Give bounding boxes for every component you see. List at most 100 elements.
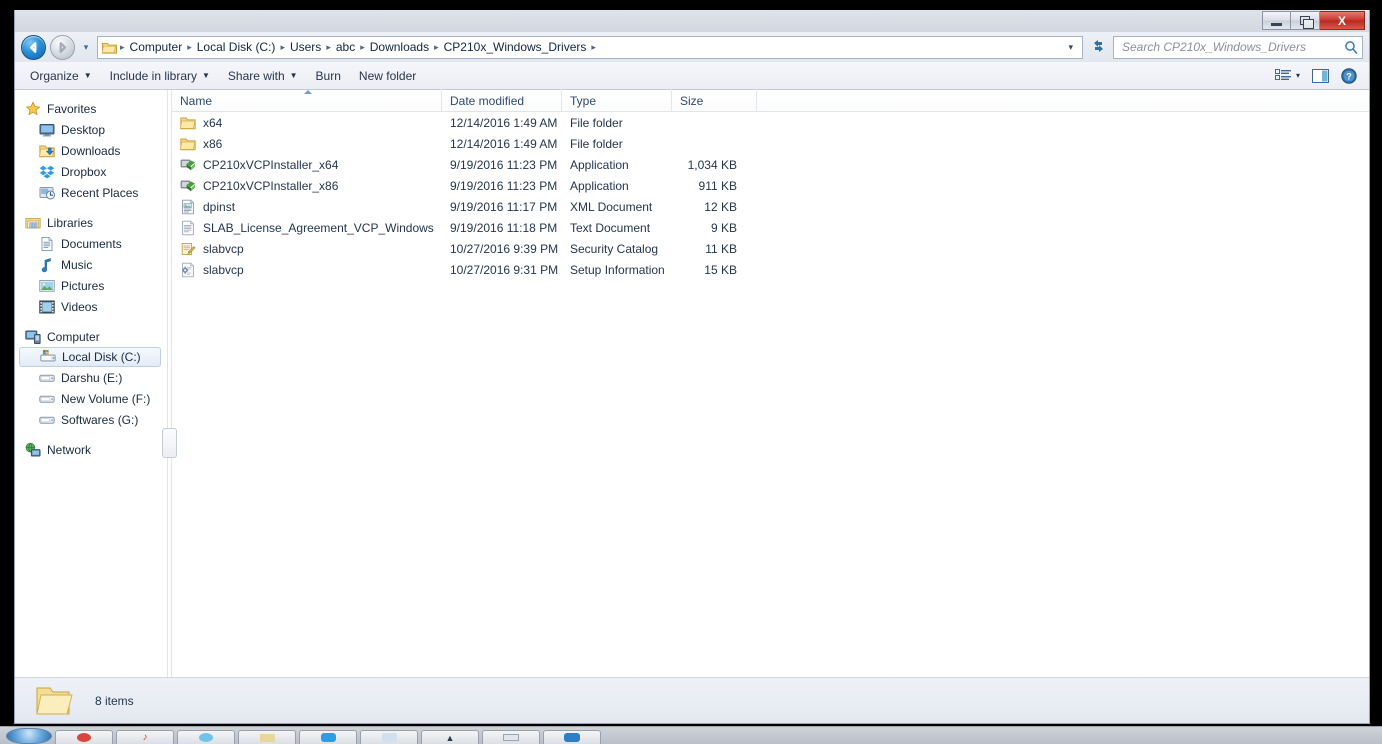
start-button[interactable] bbox=[6, 728, 52, 744]
back-button[interactable] bbox=[21, 34, 46, 60]
taskbar-item[interactable] bbox=[543, 730, 601, 744]
text-document-icon bbox=[182, 220, 194, 235]
change-view-button[interactable]: ▾ bbox=[1269, 66, 1306, 86]
breadcrumb-abc[interactable]: abc bbox=[332, 38, 359, 56]
dropbox-icon bbox=[39, 165, 55, 178]
include-in-library-button[interactable]: Include in library ▼ bbox=[101, 65, 219, 87]
chevron-down-icon: ▾ bbox=[1295, 71, 1300, 80]
breadcrumb-separator[interactable]: ▸ bbox=[590, 42, 597, 52]
pane-splitter[interactable] bbox=[162, 90, 177, 677]
file-size-cell: 15 KB bbox=[704, 262, 737, 277]
share-with-button[interactable]: Share with ▼ bbox=[219, 65, 307, 87]
chevron-down-icon[interactable]: ▾ bbox=[1061, 42, 1080, 53]
desktop-screen: X ▾ ▸ Computer ▸ Local Disk (C:) ▸ Users… bbox=[0, 0, 1382, 744]
sidebar-item-favorites[interactable]: Favorites bbox=[15, 98, 167, 119]
navigation-pane[interactable]: Favorites Desktop Downloads Dropbox Rece… bbox=[15, 90, 167, 677]
breadcrumb-computer[interactable]: Computer bbox=[126, 38, 187, 56]
file-type-cell: Application bbox=[570, 178, 629, 193]
table-row[interactable]: CP210xVCPInstaller_x64 9/19/2016 11:23 P… bbox=[172, 154, 1369, 175]
history-dropdown-button[interactable]: ▾ bbox=[79, 42, 93, 53]
file-name-label: dpinst bbox=[203, 199, 236, 214]
file-name-label: SLAB_License_Agreement_VCP_Windows bbox=[203, 220, 434, 235]
burn-button[interactable]: Burn bbox=[307, 65, 350, 87]
column-header-date-modified[interactable]: Date modified bbox=[442, 89, 562, 111]
close-button[interactable]: X bbox=[1320, 11, 1365, 30]
sidebar-item-new-volume-f[interactable]: New Volume (F:) bbox=[15, 388, 167, 409]
taskbar-item[interactable] bbox=[299, 730, 357, 744]
sidebar-item-computer[interactable]: Computer bbox=[15, 326, 167, 347]
folder-icon bbox=[102, 42, 117, 54]
sidebar-item-libraries[interactable]: Libraries bbox=[15, 212, 167, 233]
column-header-type[interactable]: Type bbox=[562, 89, 672, 111]
search-input[interactable]: Search CP210x_Windows_Drivers bbox=[1122, 40, 1344, 54]
sidebar-item-recent-places[interactable]: Recent Places bbox=[15, 182, 167, 203]
sidebar-item-dropbox[interactable]: Dropbox bbox=[15, 161, 167, 182]
breadcrumb-downloads[interactable]: Downloads bbox=[366, 38, 433, 56]
file-name-label: slabvcp bbox=[203, 262, 244, 277]
breadcrumb-bar[interactable]: ▸ Computer ▸ Local Disk (C:) ▸ Users ▸ a… bbox=[97, 35, 1083, 59]
sidebar-item-label: Dropbox bbox=[61, 164, 107, 179]
sidebar-item-softwares-g[interactable]: Softwares (G:) bbox=[15, 409, 167, 430]
organize-label: Organize bbox=[30, 68, 79, 83]
chevron-down-icon: ▼ bbox=[83, 71, 92, 80]
command-bar: Organize ▼ Include in library ▼ Share wi… bbox=[15, 62, 1369, 90]
table-row[interactable]: slabvcp 10/27/2016 9:31 PM Setup Informa… bbox=[172, 259, 1369, 280]
restore-icon bbox=[1300, 16, 1314, 29]
chevron-down-icon: ▼ bbox=[202, 71, 210, 80]
taskbar-item[interactable] bbox=[55, 730, 113, 744]
organize-button[interactable]: Organize ▼ bbox=[21, 65, 101, 87]
svg-text:?: ? bbox=[1346, 71, 1352, 81]
sidebar-item-documents[interactable]: Documents bbox=[15, 233, 167, 254]
table-row[interactable]: CP210xVCPInstaller_x86 9/19/2016 11:23 P… bbox=[172, 175, 1369, 196]
taskbar-item[interactable] bbox=[238, 730, 296, 744]
file-date-cell: 9/19/2016 11:23 PM bbox=[450, 178, 558, 193]
sidebar-item-pictures[interactable]: Pictures bbox=[15, 275, 167, 296]
sidebar-item-network[interactable]: Network bbox=[15, 439, 167, 460]
application-icon bbox=[180, 159, 195, 170]
taskbar-item[interactable]: ♪ bbox=[116, 730, 174, 744]
breadcrumb-users[interactable]: Users bbox=[286, 38, 325, 56]
taskbar[interactable]: ♪ ▲ bbox=[0, 726, 1382, 744]
preview-pane-button[interactable] bbox=[1306, 66, 1335, 86]
help-button[interactable]: ? bbox=[1335, 65, 1363, 87]
table-row[interactable]: slabvcp 10/27/2016 9:39 PM Security Cata… bbox=[172, 238, 1369, 259]
sidebar-item-label: Computer bbox=[47, 329, 100, 344]
minimize-button[interactable] bbox=[1262, 11, 1291, 30]
sidebar-item-downloads[interactable]: Downloads bbox=[15, 140, 167, 161]
item-count-label: 8 items bbox=[95, 693, 134, 708]
folder-icon bbox=[180, 138, 196, 150]
taskbar-item[interactable] bbox=[177, 730, 235, 744]
table-row[interactable]: SLAB_License_Agreement_VCP_Windows 9/19/… bbox=[172, 217, 1369, 238]
title-bar[interactable]: X bbox=[15, 10, 1369, 32]
table-row[interactable]: dpinst 9/19/2016 11:17 PM XML Document 1… bbox=[172, 196, 1369, 217]
column-header-size[interactable]: Size bbox=[672, 89, 757, 111]
sidebar-item-label: Recent Places bbox=[61, 185, 139, 200]
taskbar-item[interactable] bbox=[482, 730, 540, 744]
sidebar-item-music[interactable]: Music bbox=[15, 254, 167, 275]
column-header-name[interactable]: Name bbox=[172, 89, 442, 111]
folder-icon bbox=[180, 117, 196, 129]
new-folder-button[interactable]: New folder bbox=[350, 65, 425, 87]
search-box[interactable]: Search CP210x_Windows_Drivers bbox=[1113, 35, 1363, 59]
file-type-cell: Text Document bbox=[570, 220, 651, 235]
documents-icon bbox=[41, 236, 53, 251]
table-row[interactable]: x64 12/14/2016 1:49 AM File folder bbox=[172, 112, 1369, 133]
refresh-button[interactable] bbox=[1087, 39, 1109, 56]
restore-button[interactable] bbox=[1291, 11, 1320, 30]
sidebar-item-local-disk-c[interactable]: Local Disk (C:) bbox=[19, 347, 161, 367]
splitter-grip[interactable] bbox=[162, 428, 177, 458]
forward-arrow-icon bbox=[59, 41, 67, 53]
sidebar-item-darshu-e[interactable]: Darshu (E:) bbox=[15, 367, 167, 388]
back-arrow-icon bbox=[29, 41, 37, 53]
breadcrumb-cp210x-windows-drivers[interactable]: CP210x_Windows_Drivers bbox=[440, 38, 591, 56]
forward-button[interactable] bbox=[50, 34, 75, 60]
sidebar-item-videos[interactable]: Videos bbox=[15, 296, 167, 317]
chevron-down-icon: ▼ bbox=[289, 71, 298, 80]
table-row[interactable]: x86 12/14/2016 1:49 AM File folder bbox=[172, 133, 1369, 154]
file-date-cell: 10/27/2016 9:31 PM bbox=[450, 262, 559, 277]
taskbar-item[interactable] bbox=[360, 730, 418, 744]
taskbar-item[interactable]: ▲ bbox=[421, 730, 479, 744]
sidebar-item-desktop[interactable]: Desktop bbox=[15, 119, 167, 140]
file-type-cell: Application bbox=[570, 157, 629, 172]
breadcrumb-local-disk-c[interactable]: Local Disk (C:) bbox=[193, 38, 280, 56]
